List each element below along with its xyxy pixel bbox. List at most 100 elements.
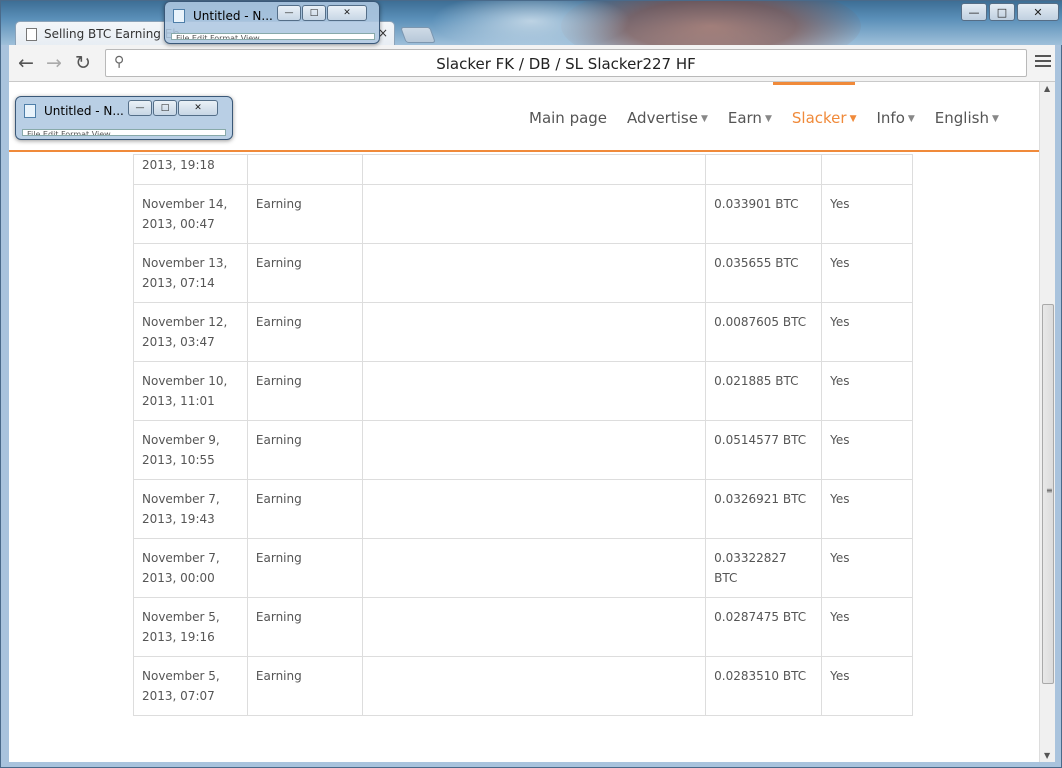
amount-cell: 0.0283510 BTC bbox=[705, 656, 823, 716]
maximize-button[interactable]: □ bbox=[153, 100, 177, 116]
table-row: November 14, 2013, 00:47 Earning 0.033901 B… bbox=[133, 184, 913, 244]
date-cell: November 14, 2013, 00:47 bbox=[133, 184, 248, 244]
notepad-window[interactable]: Untitled - N... — □ ✕ File Edit Format V… bbox=[15, 96, 233, 140]
amount-cell: 0.0326921 BTC bbox=[705, 479, 823, 539]
tab-strip: Selling BTC Earning Eb × — □ ✕ bbox=[1, 1, 1062, 45]
type-cell: Earning bbox=[246, 184, 363, 244]
description-cell bbox=[361, 154, 707, 185]
time-line: 2013, 10:55 bbox=[142, 453, 215, 467]
tab-title: Selling BTC Earning Eb bbox=[44, 27, 180, 41]
notepad-window[interactable]: Untitled - N... — □ ✕ File Edit Format V… bbox=[164, 1, 380, 44]
description-cell bbox=[361, 597, 707, 657]
nav-item-info[interactable]: Info ▼ bbox=[876, 109, 914, 127]
table-row: November 7, 2013, 19:43 Earning 0.0326921 B… bbox=[133, 479, 913, 539]
close-button[interactable]: ✕ bbox=[327, 5, 367, 21]
description-cell bbox=[361, 538, 707, 598]
forward-arrow-icon[interactable]: → bbox=[43, 52, 65, 74]
date-cell: November 9, 2013, 10:55 bbox=[133, 420, 248, 480]
description-cell bbox=[361, 656, 707, 716]
type-cell: Earning bbox=[246, 361, 363, 421]
date-line: November 12, bbox=[142, 315, 228, 329]
notepad-controls: — □ ✕ bbox=[128, 100, 218, 116]
description-cell bbox=[361, 184, 707, 244]
close-window-button[interactable]: ✕ bbox=[1017, 3, 1059, 21]
notepad-title: Untitled - N... bbox=[193, 9, 273, 23]
nav-item-label: Slacker bbox=[791, 109, 847, 127]
scroll-down-icon[interactable]: ▼ bbox=[1044, 751, 1050, 760]
hamburger-menu-icon[interactable] bbox=[1035, 53, 1051, 69]
date-line: November 14, bbox=[142, 197, 228, 211]
notepad-menubar[interactable]: File Edit Format View bbox=[171, 33, 375, 40]
grip-icon: ≡ bbox=[1046, 486, 1053, 495]
paid-cell: Yes bbox=[821, 538, 913, 598]
date-line: November 7, bbox=[142, 492, 220, 506]
time-line: 2013, 03:47 bbox=[142, 335, 215, 349]
maximize-button[interactable]: □ bbox=[989, 3, 1015, 21]
table-row: November 5, 2013, 07:07 Earning 0.0283510 B… bbox=[133, 656, 913, 716]
time-line: 2013, 00:00 bbox=[142, 571, 215, 585]
page-icon bbox=[26, 27, 37, 41]
nav-item-main-page[interactable]: Main page bbox=[529, 109, 607, 127]
date-line: November 9, bbox=[142, 433, 220, 447]
table-row: November 12, 2013, 03:47 Earning 0.0087605 … bbox=[133, 302, 913, 362]
paid-cell bbox=[821, 154, 913, 185]
nav-item-label: Earn bbox=[727, 109, 762, 127]
table-row: November 10, 2013, 11:01 Earning 0.021885 B… bbox=[133, 361, 913, 421]
type-cell: Earning bbox=[246, 656, 363, 716]
time-line: 2013, 11:01 bbox=[142, 394, 215, 408]
maximize-button[interactable]: □ bbox=[302, 5, 326, 21]
address-text: Slacker FK / DB / SL Slacker227 HF bbox=[436, 55, 696, 73]
date-cell: November 5, 2013, 19:16 bbox=[133, 597, 248, 657]
notepad-icon bbox=[173, 9, 185, 23]
date-line: November 5, bbox=[142, 669, 220, 683]
paid-cell: Yes bbox=[821, 656, 913, 716]
reload-icon[interactable]: ↻ bbox=[72, 52, 94, 74]
caret-down-icon: ▼ bbox=[700, 114, 708, 124]
address-bar[interactable]: ⚲ Slacker FK / DB / SL Slacker227 HF bbox=[105, 49, 1027, 77]
time-line: 2013, 07:14 bbox=[142, 276, 215, 290]
caret-down-icon: ▼ bbox=[764, 114, 772, 124]
scrollbar-thumb[interactable]: ≡ bbox=[1042, 304, 1054, 684]
time-line: 2013, 19:43 bbox=[142, 512, 215, 526]
date-cell: 2013, 19:18 bbox=[133, 154, 248, 185]
nav-item-slacker[interactable]: Slacker ▼ bbox=[792, 109, 857, 127]
amount-cell: 0.03322827 BTC bbox=[705, 538, 823, 598]
table-row: November 13, 2013, 07:14 Earning 0.035655 B… bbox=[133, 243, 913, 303]
main-menu: Main page Advertise ▼ Earn ▼ Slacker ▼ Info ▼ Eng… bbox=[529, 109, 1019, 127]
nav-item-earn[interactable]: Earn ▼ bbox=[728, 109, 772, 127]
close-button[interactable]: ✕ bbox=[178, 100, 218, 116]
type-cell: Earning bbox=[246, 479, 363, 539]
paid-cell: Yes bbox=[821, 184, 913, 244]
paid-cell: Yes bbox=[821, 243, 913, 303]
paid-cell: Yes bbox=[821, 597, 913, 657]
time-line: 2013, 00:47 bbox=[142, 217, 215, 231]
amount-cell: 0.0087605 BTC bbox=[705, 302, 823, 362]
minimize-button[interactable]: — bbox=[128, 100, 152, 116]
amount-cell: 0.033901 BTC bbox=[705, 184, 823, 244]
type-cell: Earning bbox=[246, 597, 363, 657]
browser-toolbar: ← → ↻ ⚲ Slacker FK / DB / SL Slacker227 … bbox=[9, 45, 1055, 82]
nav-item-label: Advertise bbox=[627, 109, 698, 127]
back-arrow-icon[interactable]: ← bbox=[15, 52, 37, 74]
date-line: November 10, bbox=[142, 374, 228, 388]
notepad-icon bbox=[24, 104, 36, 118]
paid-cell: Yes bbox=[821, 420, 913, 480]
table-row: November 5, 2013, 19:16 Earning 0.0287475 B… bbox=[133, 597, 913, 657]
time-line: 2013, 07:07 bbox=[142, 689, 215, 703]
vertical-scrollbar[interactable]: ▲ ≡ ▼ bbox=[1039, 82, 1055, 762]
new-tab-button[interactable] bbox=[400, 27, 436, 43]
notepad-title: Untitled - N... bbox=[44, 104, 124, 118]
description-cell bbox=[361, 420, 707, 480]
page-viewport: 2013, 19:18 November 14, 2013, 00:47 Earni… bbox=[9, 82, 1055, 762]
nav-item-advertise[interactable]: Advertise ▼ bbox=[627, 109, 708, 127]
nav-item-english[interactable]: English ▼ bbox=[935, 109, 999, 127]
table-row: November 7, 2013, 00:00 Earning 0.03322827 … bbox=[133, 538, 913, 598]
nav-item-label: Info bbox=[876, 109, 905, 127]
type-cell: Earning bbox=[246, 538, 363, 598]
time-line: 2013, 19:16 bbox=[142, 630, 215, 644]
scroll-up-icon[interactable]: ▲ bbox=[1044, 84, 1050, 93]
minimize-button[interactable]: — bbox=[277, 5, 301, 21]
minimize-button[interactable]: — bbox=[961, 3, 987, 21]
amount-cell: 0.021885 BTC bbox=[705, 361, 823, 421]
notepad-menubar[interactable]: File Edit Format View bbox=[22, 129, 226, 136]
